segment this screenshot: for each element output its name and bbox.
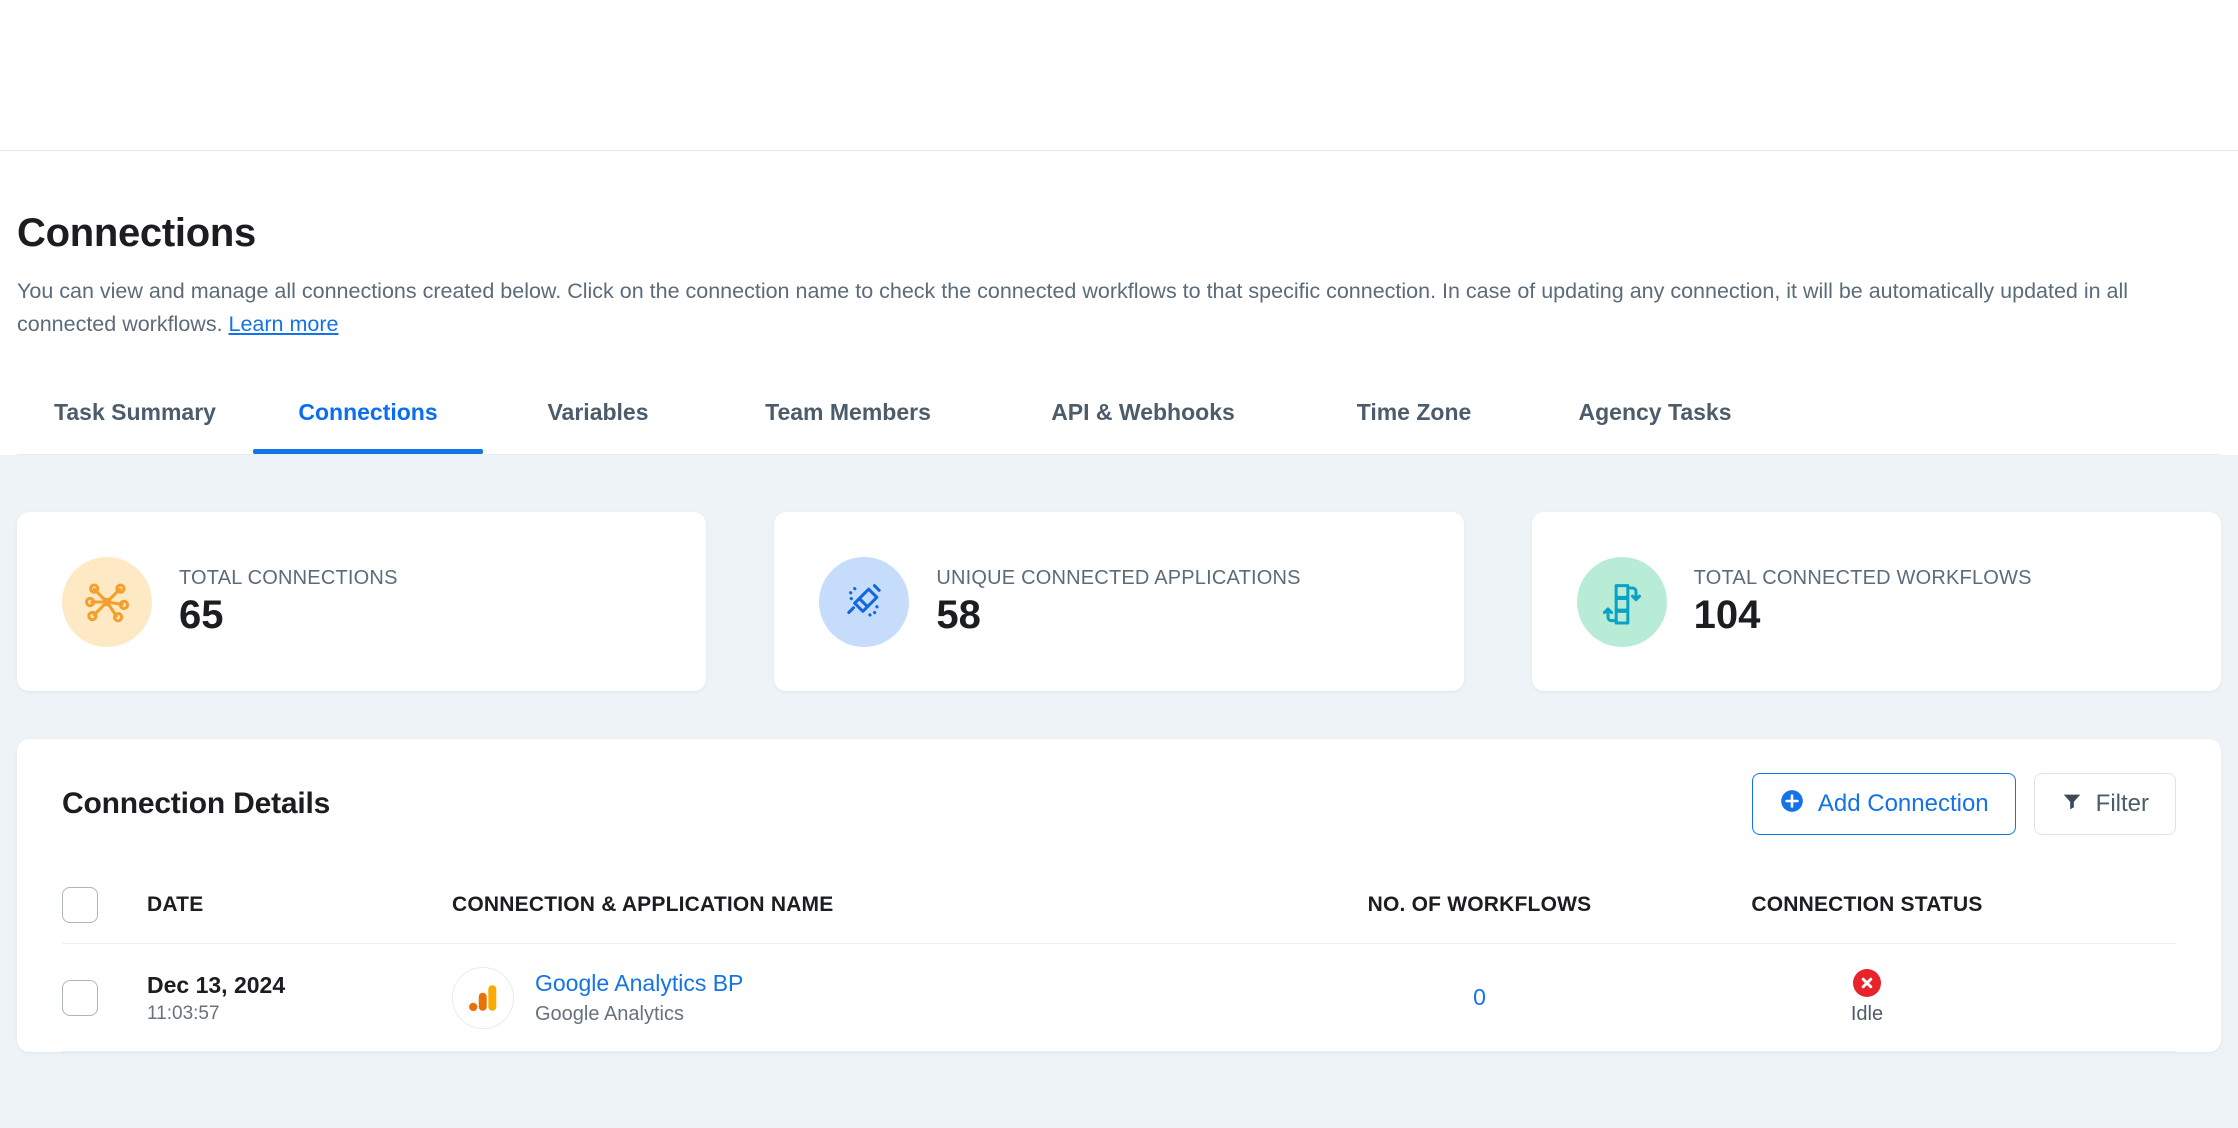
- stat-label: TOTAL CONNECTIONS: [179, 567, 398, 590]
- add-connection-label: Add Connection: [1817, 790, 1989, 818]
- stat-label: UNIQUE CONNECTED APPLICATIONS: [936, 567, 1301, 590]
- stat-value: 104: [1693, 593, 1761, 638]
- tab-connections[interactable]: Connections: [253, 399, 483, 455]
- column-header-connection-status[interactable]: CONNECTION STATUS: [1667, 893, 2067, 917]
- page-root: Connections You can view and manage all …: [0, 0, 2238, 1128]
- connections-table: DATE CONNECTION & APPLICATION NAME NO. O…: [17, 867, 2221, 1053]
- google-analytics-icon: [452, 966, 514, 1029]
- application-name: Google Analytics: [535, 1003, 684, 1026]
- page-body: TOTAL CONNECTIONS 65 UNIQUE CONNECTED AP…: [0, 455, 2238, 1128]
- select-all-checkbox[interactable]: [62, 887, 98, 924]
- top-chrome-bar: [0, 0, 2238, 151]
- plus-circle-icon: [1779, 788, 1805, 821]
- filter-label: Filter: [2095, 790, 2149, 818]
- tab-label: Team Members: [765, 399, 931, 426]
- status-badge: Idle: [1850, 1003, 1884, 1026]
- funnel-icon: [2061, 790, 2083, 819]
- tab-bar: Task Summary Connections Variables Team …: [17, 369, 2221, 456]
- tab-api-webhooks[interactable]: API & Webhooks: [983, 399, 1303, 454]
- stat-value: 58: [936, 593, 981, 638]
- tab-agency-tasks[interactable]: Agency Tasks: [1525, 399, 1785, 454]
- row-checkbox[interactable]: [62, 979, 98, 1016]
- table-header-row: DATE CONNECTION & APPLICATION NAME NO. O…: [62, 867, 2176, 945]
- cell-date: Dec 13, 2024 11:03:57: [147, 971, 452, 1025]
- row-select-cell: [62, 979, 147, 1016]
- select-all-cell: [62, 887, 147, 924]
- page-header: Connections You can view and manage all …: [0, 151, 2238, 456]
- tab-label: Time Zone: [1356, 399, 1472, 426]
- cell-workflow-count: 0: [1292, 984, 1667, 1011]
- stat-card-total-workflows: TOTAL CONNECTED WORKFLOWS 104: [1531, 512, 2221, 692]
- stat-card-row: TOTAL CONNECTIONS 65 UNIQUE CONNECTED AP…: [17, 455, 2221, 692]
- details-action-group: Add Connection Filter: [1751, 773, 2176, 836]
- column-header-no-of-workflows[interactable]: NO. OF WORKFLOWS: [1292, 893, 1667, 917]
- status-group: Idle: [1667, 969, 2067, 1026]
- tab-time-zone[interactable]: Time Zone: [1303, 399, 1525, 454]
- tab-label: Task Summary: [54, 399, 216, 426]
- row-date: Dec 13, 2024: [147, 971, 286, 998]
- error-circle-icon: [1853, 969, 1881, 998]
- filter-button[interactable]: Filter: [2033, 773, 2176, 836]
- page-title: Connections: [17, 211, 256, 255]
- tab-task-summary[interactable]: Task Summary: [17, 399, 253, 454]
- add-connection-button[interactable]: Add Connection: [1751, 773, 2016, 836]
- tab-label: Variables: [547, 399, 649, 426]
- page-description: You can view and manage all connections …: [17, 275, 2217, 340]
- stat-text-group: TOTAL CONNECTIONS 65: [179, 567, 398, 636]
- connection-name-link[interactable]: Google Analytics BP: [535, 969, 743, 999]
- tab-variables[interactable]: Variables: [483, 399, 713, 454]
- table-row: Dec 13, 2024 11:03:57 Google Analytics B…: [62, 944, 2176, 1053]
- stat-text-group: UNIQUE CONNECTED APPLICATIONS 58: [936, 567, 1300, 636]
- stat-card-unique-applications: UNIQUE CONNECTED APPLICATIONS 58: [774, 512, 1464, 692]
- connection-details-header: Connection Details Add Connection Filter: [17, 739, 2221, 867]
- tab-label: API & Webhooks: [1051, 399, 1235, 426]
- cell-connection-name: Google Analytics BP Google Analytics: [452, 966, 1292, 1029]
- connection-details-panel: Connection Details Add Connection Filter: [17, 739, 2221, 1053]
- connection-details-title: Connection Details: [62, 787, 331, 821]
- workflow-nodes-icon: [1576, 556, 1667, 647]
- stat-card-total-connections: TOTAL CONNECTIONS 65: [17, 512, 707, 692]
- cell-connection-status: Idle: [1667, 969, 2067, 1026]
- row-time: 11:03:57: [147, 1002, 220, 1024]
- tab-label: Agency Tasks: [1578, 399, 1732, 426]
- learn-more-link[interactable]: Learn more: [229, 312, 339, 336]
- tab-label: Connections: [298, 399, 438, 426]
- network-hub-icon: [62, 556, 152, 647]
- stat-label: TOTAL CONNECTED WORKFLOWS: [1693, 567, 2032, 590]
- column-header-connection-application-name[interactable]: CONNECTION & APPLICATION NAME: [452, 893, 1292, 917]
- tab-team-members[interactable]: Team Members: [713, 399, 983, 454]
- workflow-count-link[interactable]: 0: [1473, 984, 1486, 1010]
- stat-text-group: TOTAL CONNECTED WORKFLOWS 104: [1694, 567, 2032, 636]
- column-header-date[interactable]: DATE: [147, 893, 452, 917]
- plug-connector-icon: [819, 556, 910, 647]
- app-cell: Google Analytics BP Google Analytics: [452, 966, 1292, 1029]
- stat-value: 65: [179, 593, 224, 638]
- app-text-group: Google Analytics BP Google Analytics: [535, 969, 743, 1026]
